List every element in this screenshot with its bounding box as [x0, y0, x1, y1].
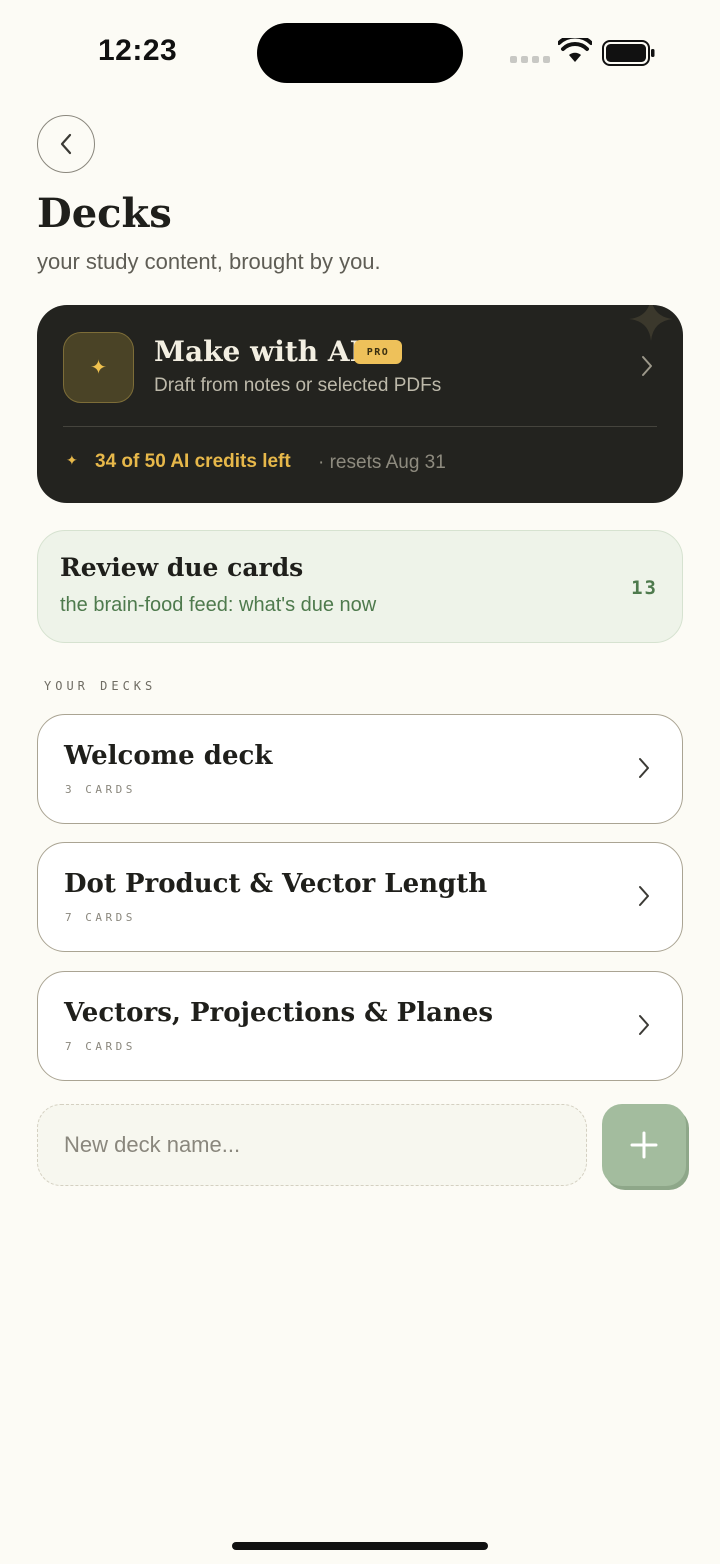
chevron-left-icon	[60, 133, 72, 155]
add-deck-button[interactable]	[602, 1104, 686, 1186]
review-due-cards-button[interactable]: Review due cards the brain-food feed: wh…	[37, 530, 683, 643]
wifi-icon	[558, 38, 592, 62]
deck-item[interactable]: Vectors, Projections & Planes 7 CARDS	[37, 971, 683, 1081]
deck-name: Dot Product & Vector Length	[64, 869, 488, 899]
battery-icon	[602, 40, 655, 66]
divider	[63, 426, 657, 427]
ai-credits-remaining: 34 of 50 AI credits left	[95, 451, 291, 472]
ai-card-subtitle: Draft from notes or selected PDFs	[154, 375, 442, 396]
deck-card-count: 7 CARDS	[65, 1040, 136, 1053]
page-subtitle: your study content, brought by you.	[37, 249, 381, 274]
page-title: Decks	[37, 190, 172, 237]
chevron-right-icon	[639, 1015, 649, 1035]
cellular-signal-icon	[510, 56, 550, 63]
deck-item[interactable]: Dot Product & Vector Length 7 CARDS	[37, 842, 683, 952]
section-label-your-decks: YOUR DECKS	[44, 679, 157, 693]
ai-credits-reset: · resets Aug 31	[318, 452, 446, 473]
review-title: Review due cards	[60, 553, 304, 582]
dynamic-island	[257, 23, 463, 83]
decorative-star-icon	[629, 305, 673, 341]
review-subtitle: the brain-food feed: what's due now	[60, 594, 377, 616]
new-deck-name-input[interactable]	[37, 1104, 587, 1186]
decks-screen: 12:23 Decks your study content, brought …	[0, 0, 720, 1564]
deck-card-count: 7 CARDS	[65, 911, 136, 924]
deck-item[interactable]: Welcome deck 3 CARDS	[37, 714, 683, 824]
deck-name: Welcome deck	[64, 741, 273, 771]
make-with-ai-card[interactable]: ✦ Make with AI PRO Draft from notes or s…	[37, 305, 683, 503]
pro-badge: PRO	[354, 340, 402, 364]
back-button[interactable]	[37, 115, 95, 173]
chevron-right-icon	[639, 758, 649, 778]
deck-name: Vectors, Projections & Planes	[64, 998, 494, 1028]
status-time: 12:23	[98, 34, 178, 67]
ai-card-title: Make with AI	[154, 335, 363, 368]
chevron-right-icon	[642, 356, 652, 376]
credits-sparkle-icon: ✦	[66, 452, 78, 468]
chevron-right-icon	[639, 886, 649, 906]
plus-icon	[630, 1131, 658, 1159]
deck-card-count: 3 CARDS	[65, 783, 136, 796]
due-count-badge: 13	[631, 577, 658, 599]
sparkle-icon: ✦	[63, 332, 134, 403]
home-indicator	[232, 1542, 488, 1550]
